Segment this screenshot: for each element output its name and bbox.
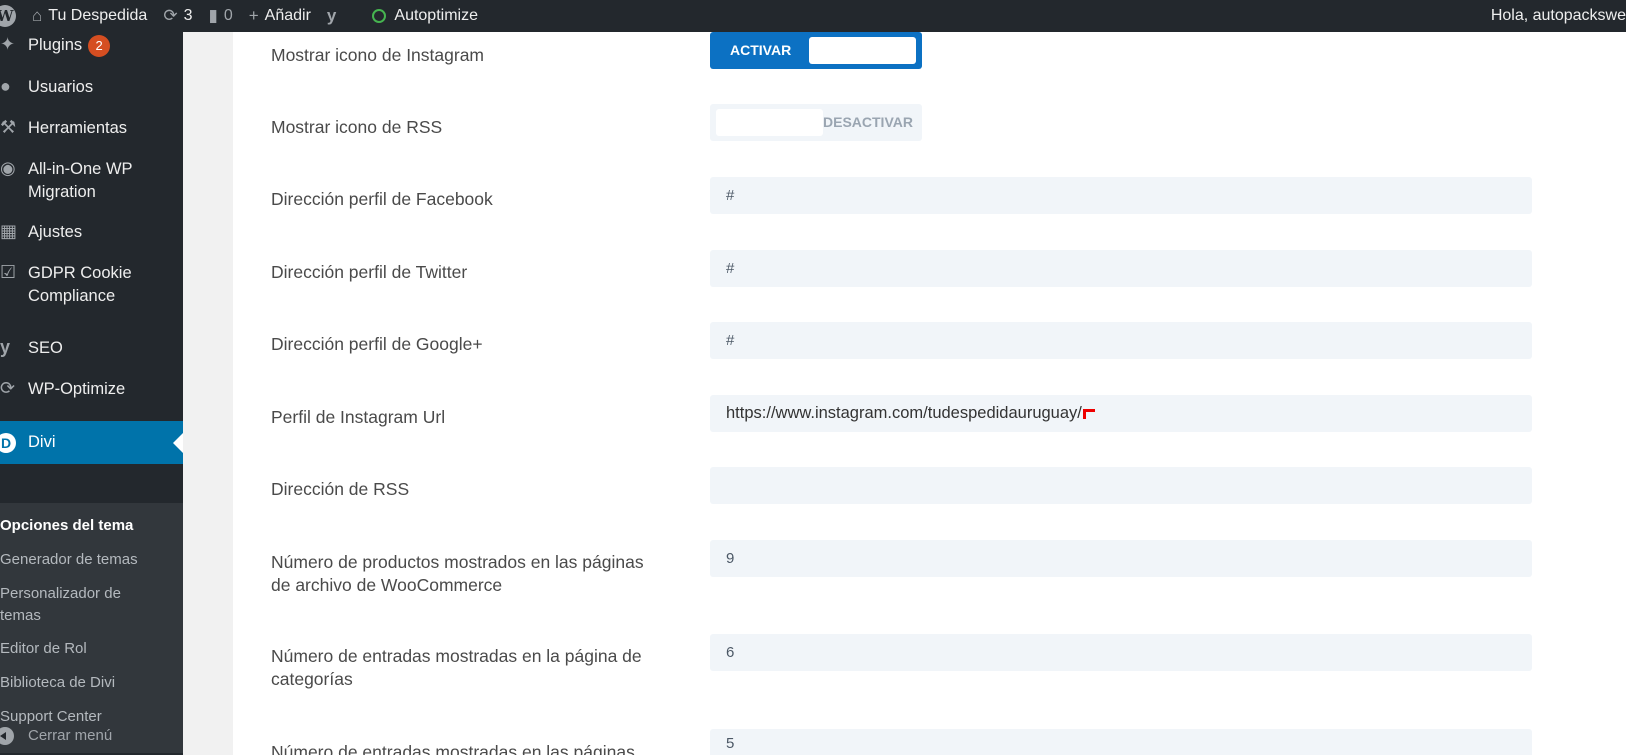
sidebar-item-label: Usuarios [28,78,94,96]
submenu-item-biblioteca-de-divi[interactable]: Biblioteca de Divi [0,672,175,694]
toggle-knob [716,109,823,136]
autoptimize-menu[interactable]: Autoptimize [364,0,486,32]
plus-icon: + [248,6,259,25]
submenu-item-opciones-del-tema[interactable]: Opciones del tema [0,515,175,537]
rss-url-label: Dirección de RSS [271,479,410,499]
sidebar-item-label: Ajustes [28,223,83,241]
wrench-icon: ⚒ [0,117,17,137]
sidebar-item-label: Divi [28,433,56,451]
instagram-url-field[interactable]: https://www.instagram.com/tudespedidauru… [710,395,1532,432]
plug-icon: ✦ [0,34,16,54]
sidebar-item-plugins[interactable]: ✦ Plugins 2 [0,34,183,57]
sidebar-item-label: All-in-One WP Migration [28,160,133,201]
admin-sidebar: ✦ Plugins 2 ● Usuarios ⚒ Herramientas ◉ A… [0,32,183,755]
sidebar-item-ajustes[interactable]: ▦ Ajustes [0,221,183,244]
user-icon: ● [0,76,11,96]
rss-url-field[interactable] [710,467,1532,504]
toggle-state-label: ACTIVAR [730,42,792,58]
check-shield-icon: ☑ [0,262,17,282]
yoast-icon: y [0,337,11,357]
submenu-item-generador-de-temas[interactable]: Generador de temas [0,549,175,571]
sidebar-item-label: Plugins [28,36,83,54]
sidebar-item-seo[interactable]: y SEO [0,337,183,360]
comments-count: 0 [223,7,233,24]
collapse-arrow-icon [0,726,14,745]
sidebar-item-usuarios[interactable]: ● Usuarios [0,76,183,99]
rss-icon-toggle[interactable]: DESACTIVAR [710,104,922,141]
text-cursor-icon [1082,408,1095,419]
toggle-state-label: DESACTIVAR [823,114,913,130]
sidebar-item-gdpr[interactable]: ☑ GDPR Cookie Compliance [0,262,183,308]
archive-posts-label: Número de entradas mostradas en las pági… [271,742,635,755]
instagram-url-label: Perfil de Instagram Url [271,407,446,427]
submenu-item-personalizador-de-temas[interactable]: Personalizador de temas [0,583,135,627]
sidebar-item-label: SEO [28,339,63,357]
facebook-url-field[interactable]: # [710,177,1532,214]
sidebar-item-herramientas[interactable]: ⚒ Herramientas [0,117,183,140]
sidebar-item-label: GDPR Cookie Compliance [28,264,132,305]
site-name: Tu Despedida [48,7,148,24]
woo-products-label: Número de productos mostrados en las pág… [271,552,644,595]
add-new-label: Añadir [264,7,311,24]
instagram-icon-label: Mostrar icono de Instagram [271,45,485,65]
woo-products-field[interactable]: 9 [710,540,1532,577]
howdy-text: Hola, autopackswe [1490,7,1626,24]
site-name-menu[interactable]: ⌂ Tu Despedida [24,0,155,32]
active-menu-arrow [173,433,183,453]
facebook-url-label: Dirección perfil de Facebook [271,189,493,209]
optimize-icon: ⟳ [0,378,16,398]
collapse-menu-button[interactable]: Cerrar menú [0,716,183,755]
comments-menu[interactable]: ▮ 0 [200,0,240,32]
wordpress-logo-icon: W [0,5,16,27]
migration-icon: ◉ [0,158,16,178]
sidebar-item-divi[interactable]: D Divi [0,421,183,464]
refresh-icon: ⟳ [163,6,178,25]
google-url-field[interactable]: # [710,322,1532,359]
twitter-url-label: Dirección perfil de Twitter [271,262,468,282]
instagram-icon-toggle[interactable]: ACTIVAR [710,32,922,69]
submenu-item-editor-de-rol[interactable]: Editor de Rol [0,638,175,660]
rss-icon-label: Mostrar icono de RSS [271,117,443,137]
google-url-label: Dirección perfil de Google+ [271,334,483,354]
admin-bar: W ⌂ Tu Despedida ⟳ 3 ▮ 0 + Añadir y Auto… [0,0,1626,32]
updates-menu[interactable]: ⟳ 3 [155,0,200,32]
comment-icon: ▮ [208,6,218,25]
my-account-menu[interactable]: Hola, autopackswe [1491,0,1626,32]
yoast-menu[interactable]: y [319,0,350,32]
sidebar-item-label: WP-Optimize [28,380,126,398]
twitter-url-field[interactable]: # [710,250,1532,287]
updates-count: 3 [183,7,193,24]
settings-icon: ▦ [0,221,18,241]
wp-logo-menu[interactable]: W [0,0,24,32]
status-dot-icon [372,9,387,23]
divi-icon: D [0,432,16,453]
home-icon: ⌂ [32,6,43,25]
autoptimize-label: Autoptimize [394,7,478,24]
sidebar-item-all-in-one-migration[interactable]: ◉ All-in-One WP Migration [0,158,183,204]
archive-posts-field[interactable]: 5 [710,729,1532,755]
sidebar-item-wp-optimize[interactable]: ⟳ WP-Optimize [0,378,183,401]
sidebar-item-label: Herramientas [28,119,128,137]
update-count-badge: 2 [88,34,111,57]
new-content-menu[interactable]: + Añadir [241,0,319,32]
instagram-url-value: https://www.instagram.com/tudespedidauru… [726,404,1082,422]
yoast-icon: y [326,6,337,25]
toggle-knob [809,37,916,64]
collapse-menu-label: Cerrar menú [28,727,113,744]
category-posts-field[interactable]: 6 [710,634,1532,671]
category-posts-label: Número de entradas mostradas en la págin… [271,646,642,689]
